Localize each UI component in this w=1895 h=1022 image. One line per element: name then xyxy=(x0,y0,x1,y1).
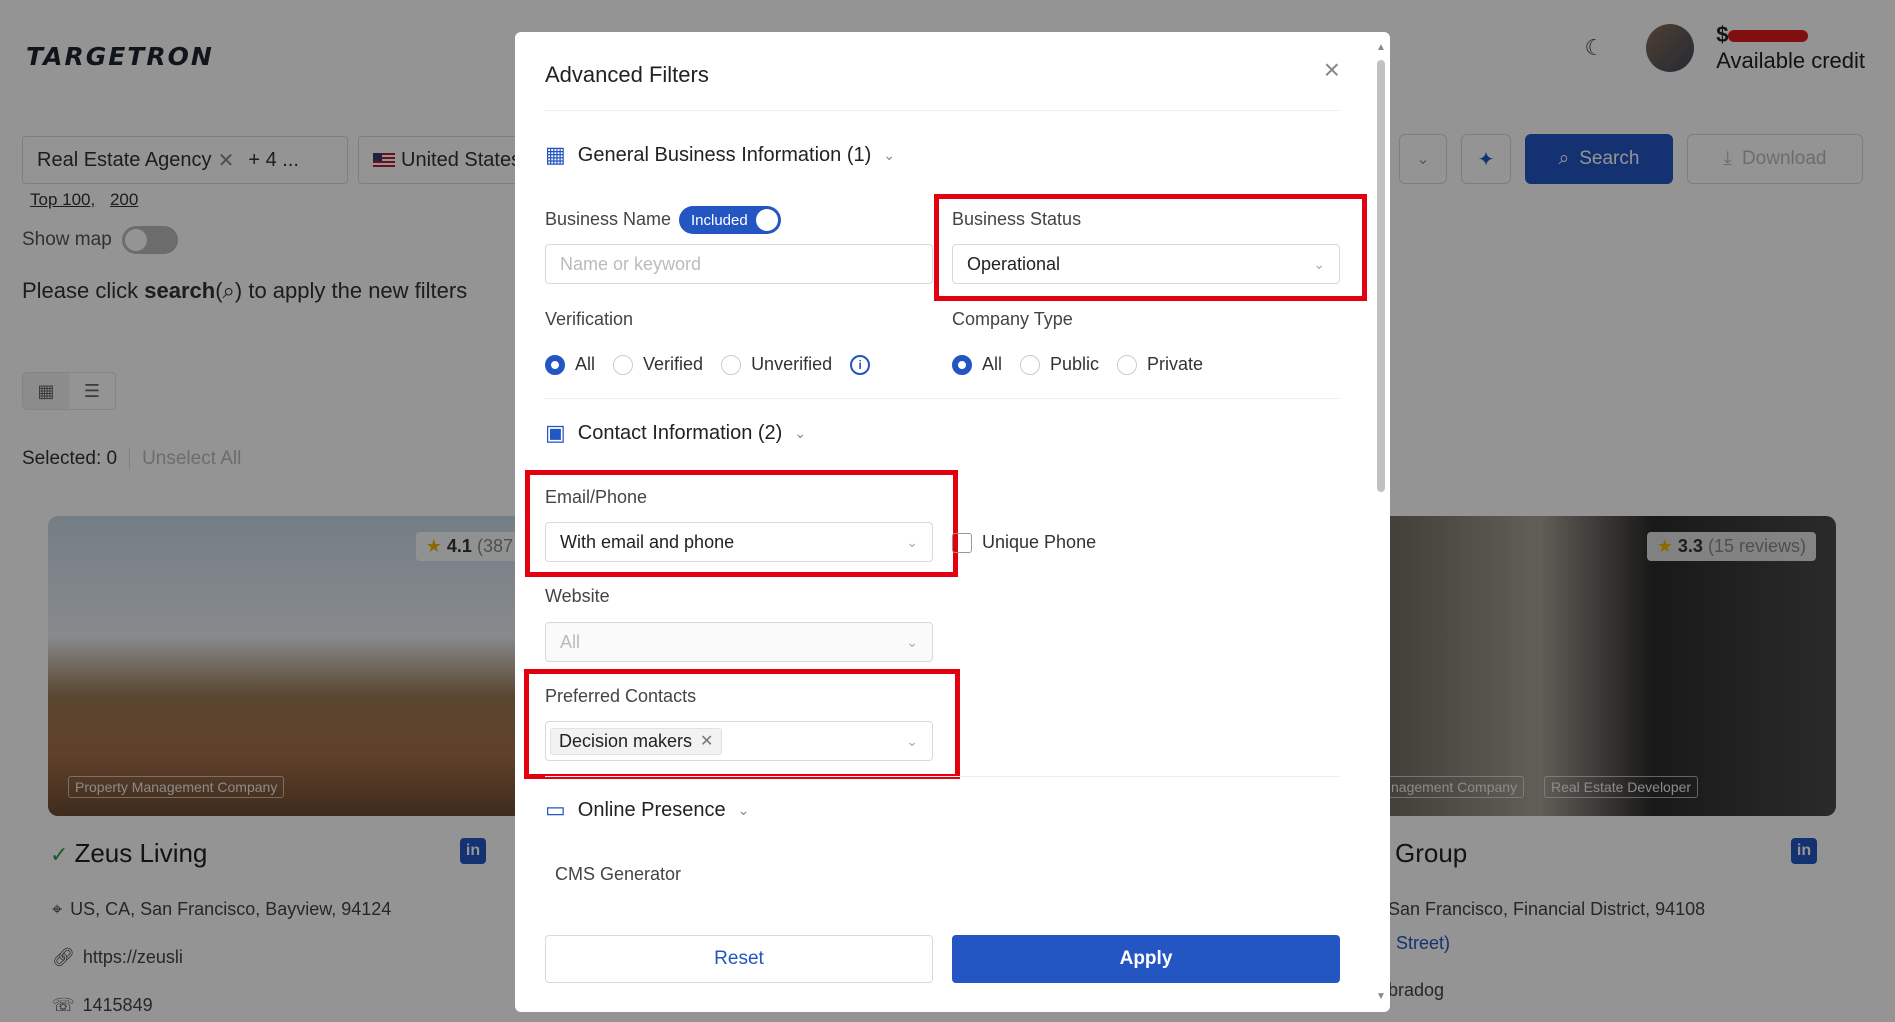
website-value: All xyxy=(560,631,581,652)
divider xyxy=(545,776,1340,777)
scroll-up-icon[interactable]: ▲ xyxy=(1376,42,1386,53)
verification-radio-group: All Verified Unverified i xyxy=(545,354,871,375)
close-icon[interactable]: × xyxy=(1324,54,1340,86)
section-online-header[interactable]: ▭ Online Presence ⌄ xyxy=(545,797,749,823)
advanced-filters-modal: Advanced Filters × ▦ General Business In… xyxy=(515,32,1390,1012)
divider xyxy=(545,110,1340,111)
scroll-down-icon[interactable]: ▼ xyxy=(1376,991,1386,1002)
radio-company-public[interactable]: Public xyxy=(1020,354,1099,375)
verification-label: Verification xyxy=(545,309,634,329)
website-label: Website xyxy=(545,586,610,606)
section-general-header[interactable]: ▦ General Business Information (1) ⌄ xyxy=(545,142,895,168)
building-icon: ▦ xyxy=(545,142,566,167)
business-name-input[interactable]: Name or keyword xyxy=(545,244,933,284)
radio-dot xyxy=(952,354,972,375)
included-toggle[interactable]: Included xyxy=(679,206,781,234)
radio-label: Private xyxy=(1147,354,1204,374)
modal-scrollbar[interactable]: ▲ ▼ xyxy=(1376,42,1386,1002)
radio-dot xyxy=(1020,354,1041,375)
apply-button[interactable]: Apply xyxy=(952,935,1340,983)
radio-label: All xyxy=(982,354,1003,374)
info-icon[interactable]: i xyxy=(850,354,871,375)
website-select[interactable]: All ⌄ xyxy=(545,622,933,662)
highlight-box xyxy=(524,669,960,779)
radio-dot xyxy=(545,354,565,375)
cms-generator-label: CMS Generator xyxy=(555,864,682,884)
included-label: Included xyxy=(691,211,748,229)
checkbox-box xyxy=(952,532,972,553)
unique-phone-label: Unique Phone xyxy=(982,532,1097,552)
radio-company-all[interactable]: All xyxy=(952,354,1002,375)
company-type-radio-group: All Public Private xyxy=(952,354,1203,375)
modal-title: Advanced Filters xyxy=(545,62,709,87)
section-contact-header[interactable]: ▣ Contact Information (2) ⌄ xyxy=(545,420,806,446)
contact-card-icon: ▣ xyxy=(545,420,566,445)
laptop-icon: ▭ xyxy=(545,797,566,822)
business-name-label: Business Name xyxy=(545,209,672,229)
chevron-down-icon: ⌄ xyxy=(906,633,918,650)
radio-company-private[interactable]: Private xyxy=(1117,354,1203,375)
radio-dot xyxy=(613,354,634,375)
unique-phone-checkbox[interactable]: Unique Phone xyxy=(952,532,1096,553)
radio-label: Public xyxy=(1050,354,1100,374)
divider xyxy=(545,398,1340,399)
radio-label: Unverified xyxy=(751,354,833,374)
scrollbar-thumb[interactable] xyxy=(1377,60,1385,492)
reset-button[interactable]: Reset xyxy=(545,935,933,983)
chevron-down-icon: ⌄ xyxy=(794,424,807,441)
chevron-down-icon: ⌄ xyxy=(883,146,895,163)
section-online-label: Online Presence xyxy=(577,798,726,821)
radio-dot xyxy=(721,354,742,375)
radio-verification-all[interactable]: All xyxy=(545,354,595,375)
section-contact-label: Contact Information (2) xyxy=(577,421,783,444)
radio-dot xyxy=(1117,354,1138,375)
radio-label: All xyxy=(575,354,596,374)
chevron-down-icon: ⌄ xyxy=(737,801,750,818)
company-type-label: Company Type xyxy=(952,309,1073,329)
radio-label: Verified xyxy=(643,354,704,374)
name-placeholder: Name or keyword xyxy=(560,253,702,274)
highlight-box xyxy=(525,470,958,577)
section-general-label: General Business Information (1) xyxy=(577,143,872,166)
highlight-box xyxy=(934,194,1367,301)
radio-verification-unverified[interactable]: Unverified xyxy=(721,354,832,375)
radio-verification-verified[interactable]: Verified xyxy=(613,354,703,375)
